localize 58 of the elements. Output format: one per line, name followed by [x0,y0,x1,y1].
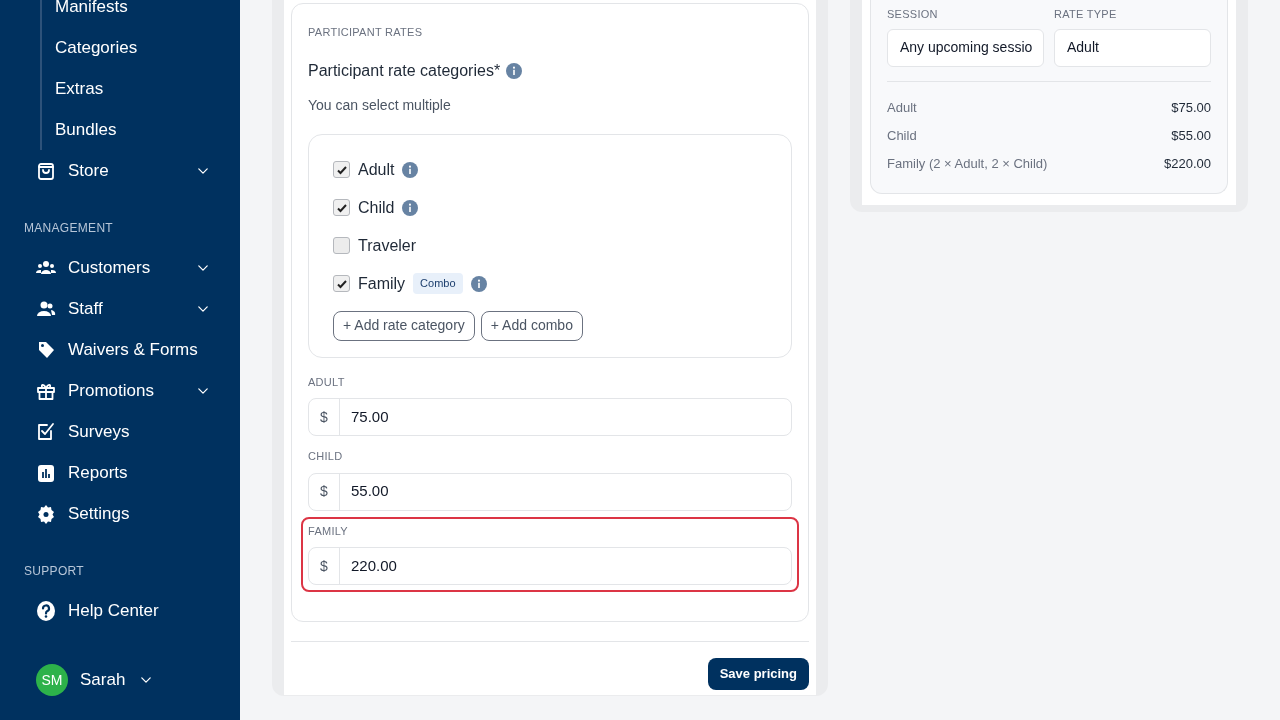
section-heading: MANAGEMENT [23,220,114,237]
checklist-icon [36,421,56,442]
sidebar-item[interactable]: Waivers & Forms [0,329,240,370]
rate-price: $220.00 [1164,154,1211,173]
currency-prefix: $ [309,473,340,510]
chart-icon [36,462,56,483]
currency-prefix: $ [309,548,340,584]
checkbox-label: Adult [358,159,395,180]
info-icon [506,62,523,79]
settings-icon [36,503,56,524]
price-input[interactable]: $ 75.00 [308,398,792,436]
field-label: Participant rate categories* [308,60,501,81]
sidebar-subitem[interactable]: Bundles [55,116,117,143]
checkbox[interactable] [333,199,350,216]
hint-text: You can select multiple [308,95,452,115]
select-field[interactable]: Adult [1054,28,1211,67]
checkbox-label: Child [358,197,395,218]
sidebar-item[interactable]: Surveys [0,411,240,452]
checkbox-label: Family [358,273,406,294]
help-icon [36,600,56,621]
select-field[interactable]: Any upcoming sessio [887,28,1044,67]
price-input[interactable]: $ 220.00 [308,547,792,585]
price-input[interactable]: $ 55.00 [308,472,792,511]
avatar: SM [36,664,68,696]
field-label: CHILD [308,449,344,464]
field-label: FAMILY [308,523,349,539]
save-button[interactable]: Save pricing [707,658,809,690]
currency-prefix: $ [309,399,340,435]
rate-price: $75.00 [1171,98,1211,117]
field-label: ADULT [308,374,346,390]
checkbox[interactable] [333,275,350,292]
sidebar-subitem[interactable]: Manifests [55,0,128,20]
checkbox[interactable] [333,161,350,178]
sidebar-item[interactable]: Customers [0,247,240,288]
sidebar-item[interactable]: Staff [0,288,240,329]
combo-tag: Combo [413,273,463,294]
rate-name: Family (2 × Adult, 2 × Child) [887,154,1048,173]
add-button[interactable]: + Add rate category [333,310,475,341]
sidebar-subitem[interactable]: Extras [55,75,104,102]
sidebar-item[interactable]: Store [0,150,240,191]
section-heading: SUPPORT [23,563,85,580]
sidebar-item[interactable]: Reports [0,452,240,493]
rate-name: Adult [887,98,917,117]
sidebar-item[interactable]: Help Center [0,590,240,631]
sidebar-item[interactable]: Promotions [0,370,240,411]
rate-price: $55.00 [1171,126,1211,145]
field-label: RATE TYPE [1054,7,1118,22]
field-label: SESSION [887,7,939,22]
sidebar-item[interactable]: Settings [0,493,240,534]
add-button[interactable]: + Add combo [480,310,583,341]
sidebar-subitem[interactable]: Categories [55,34,138,61]
section-title: PARTICIPANT RATES [308,25,424,40]
checkbox[interactable] [333,237,350,254]
user-menu[interactable]: Sarah [80,667,154,693]
bag-icon [36,160,56,181]
checkbox-label: Traveler [358,235,417,256]
tag-icon [36,339,56,360]
rate-name: Child [887,126,917,145]
